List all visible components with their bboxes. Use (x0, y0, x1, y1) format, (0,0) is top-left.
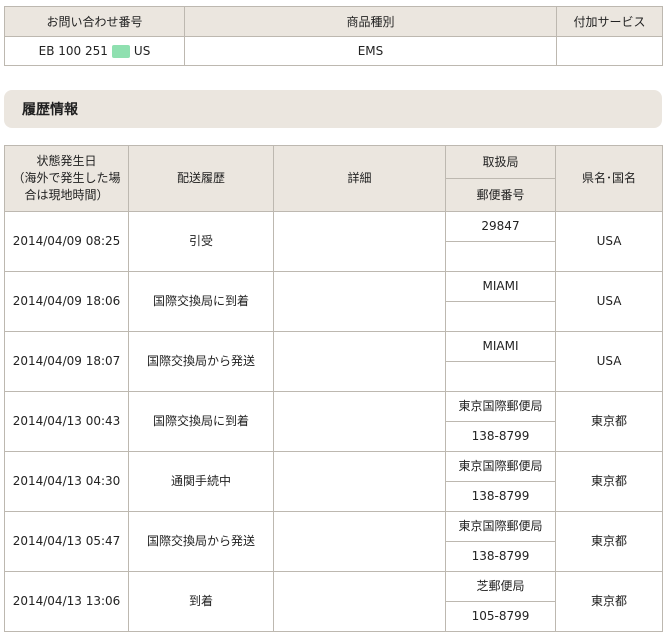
history-row: 2014/04/13 13:06 到着 芝郵便局 東京都 (4, 571, 663, 632)
event-detail (273, 211, 446, 272)
history-row: 2014/04/09 18:06 国際交換局に到着 MIAMI USA (4, 271, 663, 332)
event-region: 東京都 (555, 451, 663, 512)
event-region: 東京都 (555, 511, 663, 572)
history-body: 2014/04/09 08:25 引受 29847 USA 2014/04/09 18:… (4, 211, 663, 632)
event-office: 東京国際郵便局 (445, 451, 556, 482)
extra-service-header: 付加サービス (556, 6, 663, 37)
event-status: 国際交換局から発送 (128, 511, 274, 572)
event-postal: 138-8799 (445, 481, 556, 512)
event-status: 国際交換局に到着 (128, 391, 274, 452)
event-detail (273, 511, 446, 572)
event-date: 2014/04/13 04:30 (4, 451, 129, 512)
event-date: 2014/04/09 08:25 (4, 211, 129, 272)
event-region: 東京都 (555, 391, 663, 452)
event-region: USA (555, 211, 663, 272)
event-date: 2014/04/13 05:47 (4, 511, 129, 572)
event-postal: 138-8799 (445, 541, 556, 572)
event-region: USA (555, 271, 663, 332)
event-postal (445, 241, 556, 272)
event-region: 東京都 (555, 571, 663, 632)
event-postal (445, 301, 556, 332)
event-status: 引受 (128, 211, 274, 272)
history-row: 2014/04/09 18:07 国際交換局から発送 MIAMI USA (4, 331, 663, 392)
event-detail (273, 271, 446, 332)
event-date: 2014/04/09 18:07 (4, 331, 129, 392)
event-postal: 105-8799 (445, 601, 556, 632)
item-type-header: 商品種別 (184, 6, 557, 37)
event-status: 国際交換局から発送 (128, 331, 274, 392)
event-office: 東京国際郵便局 (445, 511, 556, 542)
history-row: 2014/04/13 05:47 国際交換局から発送 東京国際郵便局 東京都 (4, 511, 663, 572)
extra-service-cell (556, 36, 663, 66)
detail-header: 詳細 (273, 145, 446, 212)
event-office: MIAMI (445, 271, 556, 302)
event-date: 2014/04/13 00:43 (4, 391, 129, 452)
summary-table: お問い合わせ番号 商品種別 付加サービス EB 100 251 US EMS (4, 6, 663, 66)
event-office: 芝郵便局 (445, 571, 556, 602)
event-detail (273, 571, 446, 632)
history-row: 2014/04/13 00:43 国際交換局に到着 東京国際郵便局 東京都 (4, 391, 663, 452)
event-postal: 138-8799 (445, 421, 556, 452)
date-header: 状態発生日 （海外で発生した場合は現地時間） (4, 145, 129, 212)
event-region: USA (555, 331, 663, 392)
postal-header: 郵便番号 (445, 178, 556, 212)
event-office: MIAMI (445, 331, 556, 362)
redaction-block (111, 44, 130, 58)
event-detail (273, 391, 446, 452)
event-date: 2014/04/13 13:06 (4, 571, 129, 632)
history-section-header: 履歴情報 (4, 90, 662, 128)
status-header: 配送履歴 (128, 145, 274, 212)
event-office: 29847 (445, 211, 556, 242)
history-section-title: 履歴情報 (22, 102, 78, 118)
event-detail (273, 451, 446, 512)
history-table: 状態発生日 （海外で発生した場合は現地時間） 配送履歴 詳細 取扱局 県名･国名… (4, 145, 663, 632)
tracking-number-prefix: EB 100 251 (38, 44, 108, 58)
event-status: 到着 (128, 571, 274, 632)
region-header: 県名･国名 (555, 145, 663, 212)
item-type-cell: EMS (184, 36, 557, 66)
event-postal (445, 361, 556, 392)
event-detail (273, 331, 446, 392)
event-status: 国際交換局に到着 (128, 271, 274, 332)
tracking-number-suffix: US (133, 44, 151, 58)
history-row: 2014/04/09 08:25 引受 29847 USA (4, 211, 663, 272)
event-date: 2014/04/09 18:06 (4, 271, 129, 332)
event-status: 通関手続中 (128, 451, 274, 512)
office-header: 取扱局 (445, 145, 556, 179)
tracking-number-header: お問い合わせ番号 (4, 6, 185, 37)
event-office: 東京国際郵便局 (445, 391, 556, 422)
tracking-number-cell: EB 100 251 US (4, 36, 185, 66)
history-row: 2014/04/13 04:30 通関手続中 東京国際郵便局 東京都 (4, 451, 663, 512)
